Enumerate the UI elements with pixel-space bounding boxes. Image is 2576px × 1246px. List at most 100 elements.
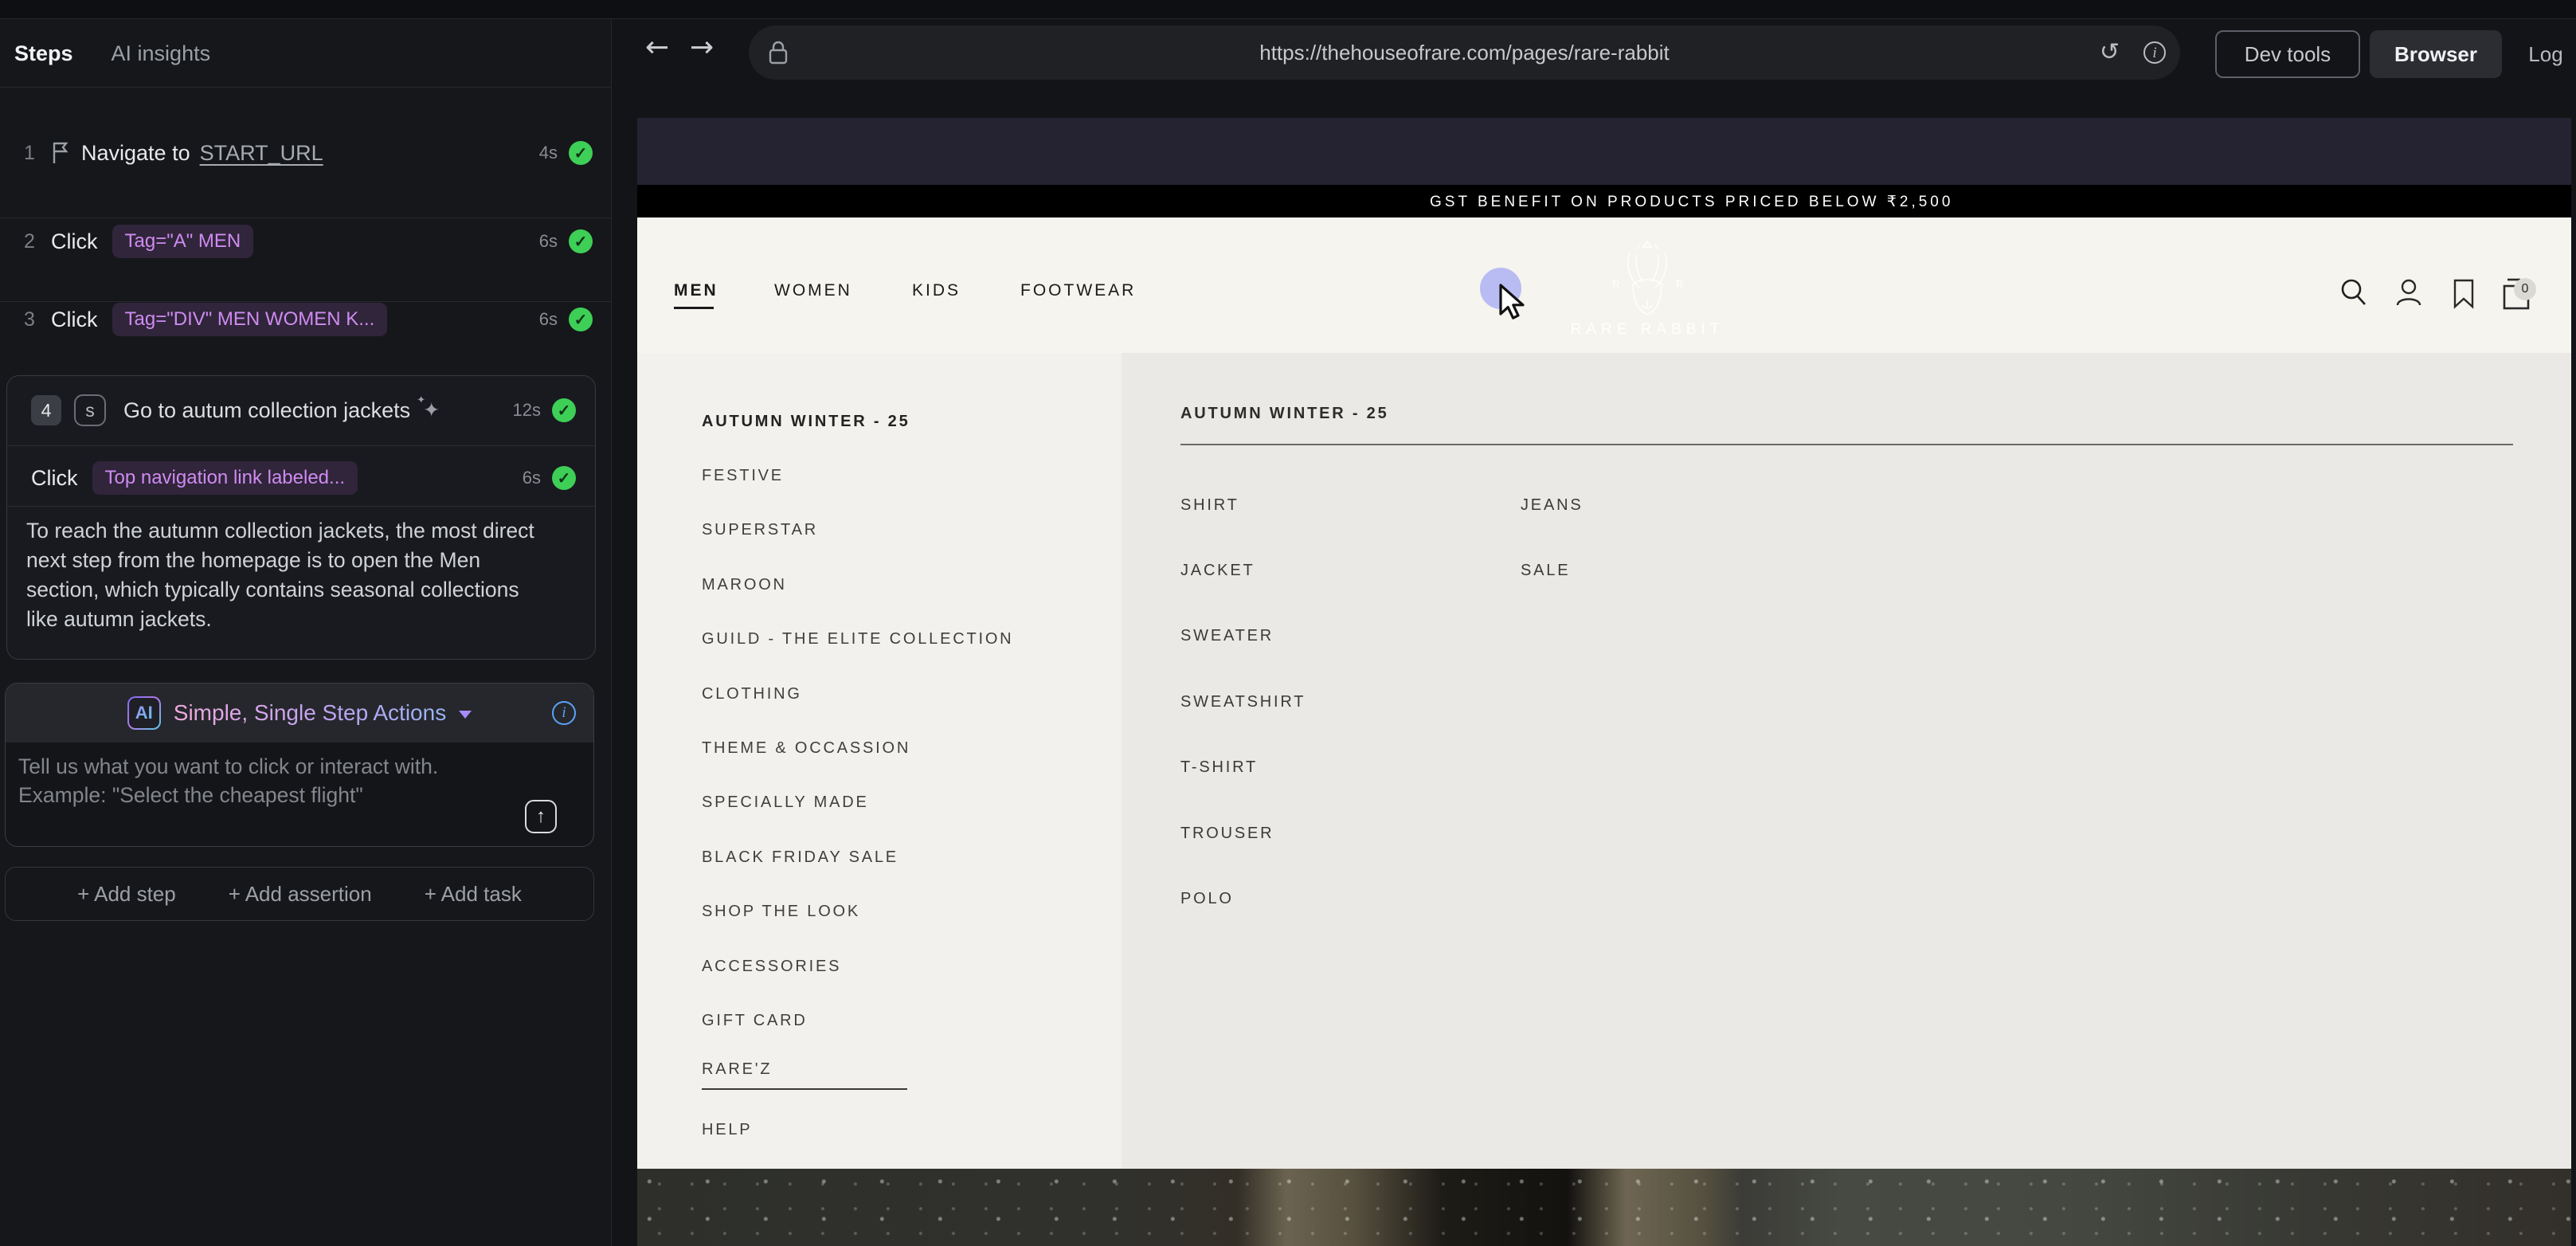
category-column-2: JEANS SALE — [1521, 472, 1583, 604]
page-info-icon[interactable]: i — [2143, 41, 2166, 65]
category-jeans[interactable]: JEANS — [1521, 472, 1583, 538]
selector-pill[interactable]: Top navigation link labeled... — [92, 461, 358, 495]
step-row-3[interactable]: 3 Click Tag="DIV" MEN WOMEN K... 6s ✓ — [0, 297, 612, 342]
megamenu-left-column: AUTUMN WINTER - 25 FESTIVE SUPERSTAR MAR… — [637, 353, 1122, 1169]
chevron-down-icon — [459, 711, 472, 719]
add-step-button[interactable]: + Add step — [77, 882, 176, 907]
step-row-4[interactable]: 4 s Go to autum collection jackets ✦✦ 12… — [7, 388, 595, 433]
divider — [7, 506, 595, 507]
nav-men-underline — [674, 307, 714, 309]
step-action-label: Click — [51, 308, 98, 332]
forward-button[interactable]: → — [690, 31, 714, 64]
add-actions-row: + Add step + Add assertion + Add task — [5, 867, 594, 921]
menu-item-theme-occassion[interactable]: THEME & OCCASSION — [702, 721, 1013, 775]
category-sweatshirt[interactable]: SWEATSHIRT — [1180, 669, 1306, 735]
cart-count-badge: 0 — [2514, 278, 2536, 300]
success-check-icon: ✓ — [569, 229, 593, 253]
wishlist-icon[interactable] — [2452, 278, 2476, 310]
viewport-right-edge — [2571, 118, 2576, 1246]
steps-sidebar: Steps AI insights 1 Navigate to START_UR… — [0, 20, 612, 1246]
menu-item-black-friday-sale[interactable]: BLACK FRIDAY SALE — [702, 830, 1013, 884]
tab-ai-insights[interactable]: AI insights — [112, 41, 211, 66]
menu-item-rarez[interactable]: RARE'Z — [702, 1048, 1013, 1103]
step-type-icon: s — [74, 394, 106, 426]
browser-toolbar: ← → https://thehouseofrare.com/pages/rar… — [613, 20, 2576, 88]
menu-item-clothing[interactable]: CLOTHING — [702, 667, 1013, 721]
panel-heading: AUTUMN WINTER - 25 — [1180, 405, 1389, 423]
menu-item-autumn-winter[interactable]: AUTUMN WINTER - 25 — [702, 394, 1013, 449]
search-icon[interactable] — [2339, 278, 2368, 308]
selector-pill[interactable]: Tag="DIV" MEN WOMEN K... — [112, 303, 388, 336]
step-row-2[interactable]: 2 Click Tag="A" MEN 6s ✓ — [0, 219, 612, 264]
announcement-banner: GST BENEFIT ON PRODUCTS PRICED BELOW ₹2,… — [637, 185, 2576, 217]
view-tab-browser[interactable]: Browser — [2370, 30, 2502, 78]
rabbit-logo-icon: R R — [1536, 235, 1759, 319]
ai-prompt-input[interactable] — [18, 752, 496, 840]
category-sweater[interactable]: SWEATER — [1180, 604, 1306, 669]
ai-action-panel: AI Simple, Single Step Actions i ↑ — [5, 683, 594, 847]
step-duration: 4s — [539, 143, 558, 163]
window-top-strip — [0, 0, 2576, 19]
step-link-start-url[interactable]: START_URL — [200, 141, 323, 166]
menu-item-help[interactable]: HELP — [702, 1103, 1013, 1157]
step-number: 2 — [24, 230, 51, 253]
nav-women[interactable]: WOMEN — [774, 281, 852, 300]
add-assertion-button[interactable]: + Add assertion — [229, 882, 372, 907]
sidebar-tabs: Steps AI insights — [0, 20, 611, 88]
category-tshirt[interactable]: T-SHIRT — [1180, 735, 1306, 801]
step-row-1[interactable]: 1 Navigate to START_URL 4s ✓ — [0, 131, 612, 175]
hero-photo — [637, 1169, 2576, 1246]
dev-tools-button[interactable]: Dev tools — [2215, 30, 2360, 78]
menu-item-superstar[interactable]: SUPERSTAR — [702, 503, 1013, 558]
category-jacket[interactable]: JACKET — [1180, 538, 1306, 603]
arrow-up-icon: ↑ — [536, 805, 546, 828]
success-check-icon: ✓ — [552, 466, 576, 490]
menu-item-maroon[interactable]: MAROON — [702, 558, 1013, 612]
ai-badge-icon: AI — [127, 696, 161, 730]
step-action-label: Click — [31, 466, 78, 491]
back-button[interactable]: ← — [645, 31, 669, 64]
site-header: MEN WOMEN KIDS FOOTWEAR R R RARE RABBIT … — [637, 217, 2576, 353]
category-polo[interactable]: POLO — [1180, 866, 1306, 931]
success-check-icon: ✓ — [552, 398, 576, 422]
step-duration: 6s — [539, 309, 558, 330]
step-duration: 6s — [539, 231, 558, 252]
menu-item-gift-card[interactable]: GIFT CARD — [702, 993, 1013, 1048]
announcement-text: GST BENEFIT ON PRODUCTS PRICED BELOW ₹2,… — [1430, 193, 1953, 211]
svg-text:R: R — [1676, 278, 1683, 290]
add-task-button[interactable]: + Add task — [425, 882, 522, 907]
step-action-label: Click — [51, 229, 98, 254]
panel-divider — [1180, 444, 2513, 445]
step-number-badge: 4 — [31, 395, 61, 425]
view-tab-log[interactable]: Log — [2518, 30, 2574, 78]
menu-item-rarez-label: RARE'Z — [702, 1060, 907, 1090]
menu-item-festive[interactable]: FESTIVE — [702, 449, 1013, 503]
menu-item-specially-made[interactable]: SPECIALLY MADE — [702, 776, 1013, 830]
menu-item-accessories[interactable]: ACCESSORIES — [702, 939, 1013, 993]
page-hero-block — [637, 118, 2576, 185]
step-group-container: 4 s Go to autum collection jackets ✦✦ 12… — [6, 375, 596, 660]
account-icon[interactable] — [2394, 278, 2423, 308]
step-duration: 6s — [523, 468, 541, 488]
url-bar[interactable]: https://thehouseofrare.com/pages/rare-ra… — [749, 25, 2180, 80]
nav-kids[interactable]: KIDS — [912, 281, 961, 300]
refresh-icon[interactable]: ↺ — [2100, 41, 2120, 65]
info-icon[interactable]: i — [552, 701, 576, 725]
sparkle-icon: ✦✦ — [423, 398, 440, 422]
url-text: https://thehouseofrare.com/pages/rare-ra… — [749, 41, 2180, 65]
submit-button[interactable]: ↑ — [525, 800, 557, 833]
ai-mode-selector[interactable]: AI Simple, Single Step Actions — [6, 684, 593, 743]
category-trouser[interactable]: TROUSER — [1180, 801, 1306, 866]
step-number: 3 — [24, 308, 51, 331]
megamenu-panel: AUTUMN WINTER - 25 SHIRT JACKET SWEATER … — [1122, 353, 2576, 1169]
category-sale[interactable]: SALE — [1521, 538, 1583, 603]
category-shirt[interactable]: SHIRT — [1180, 472, 1306, 538]
step-row-5[interactable]: Click Top navigation link labeled... 6s … — [7, 456, 595, 500]
menu-item-shop-the-look[interactable]: SHOP THE LOOK — [702, 885, 1013, 939]
nav-men[interactable]: MEN — [674, 281, 718, 300]
nav-footwear[interactable]: FOOTWEAR — [1020, 281, 1136, 300]
brand-logo: R R RARE RABBIT — [1536, 235, 1759, 347]
selector-pill[interactable]: Tag="A" MEN — [112, 225, 254, 258]
tab-steps[interactable]: Steps — [14, 41, 73, 66]
menu-item-guild[interactable]: GUILD - THE ELITE COLLECTION — [702, 613, 1013, 667]
